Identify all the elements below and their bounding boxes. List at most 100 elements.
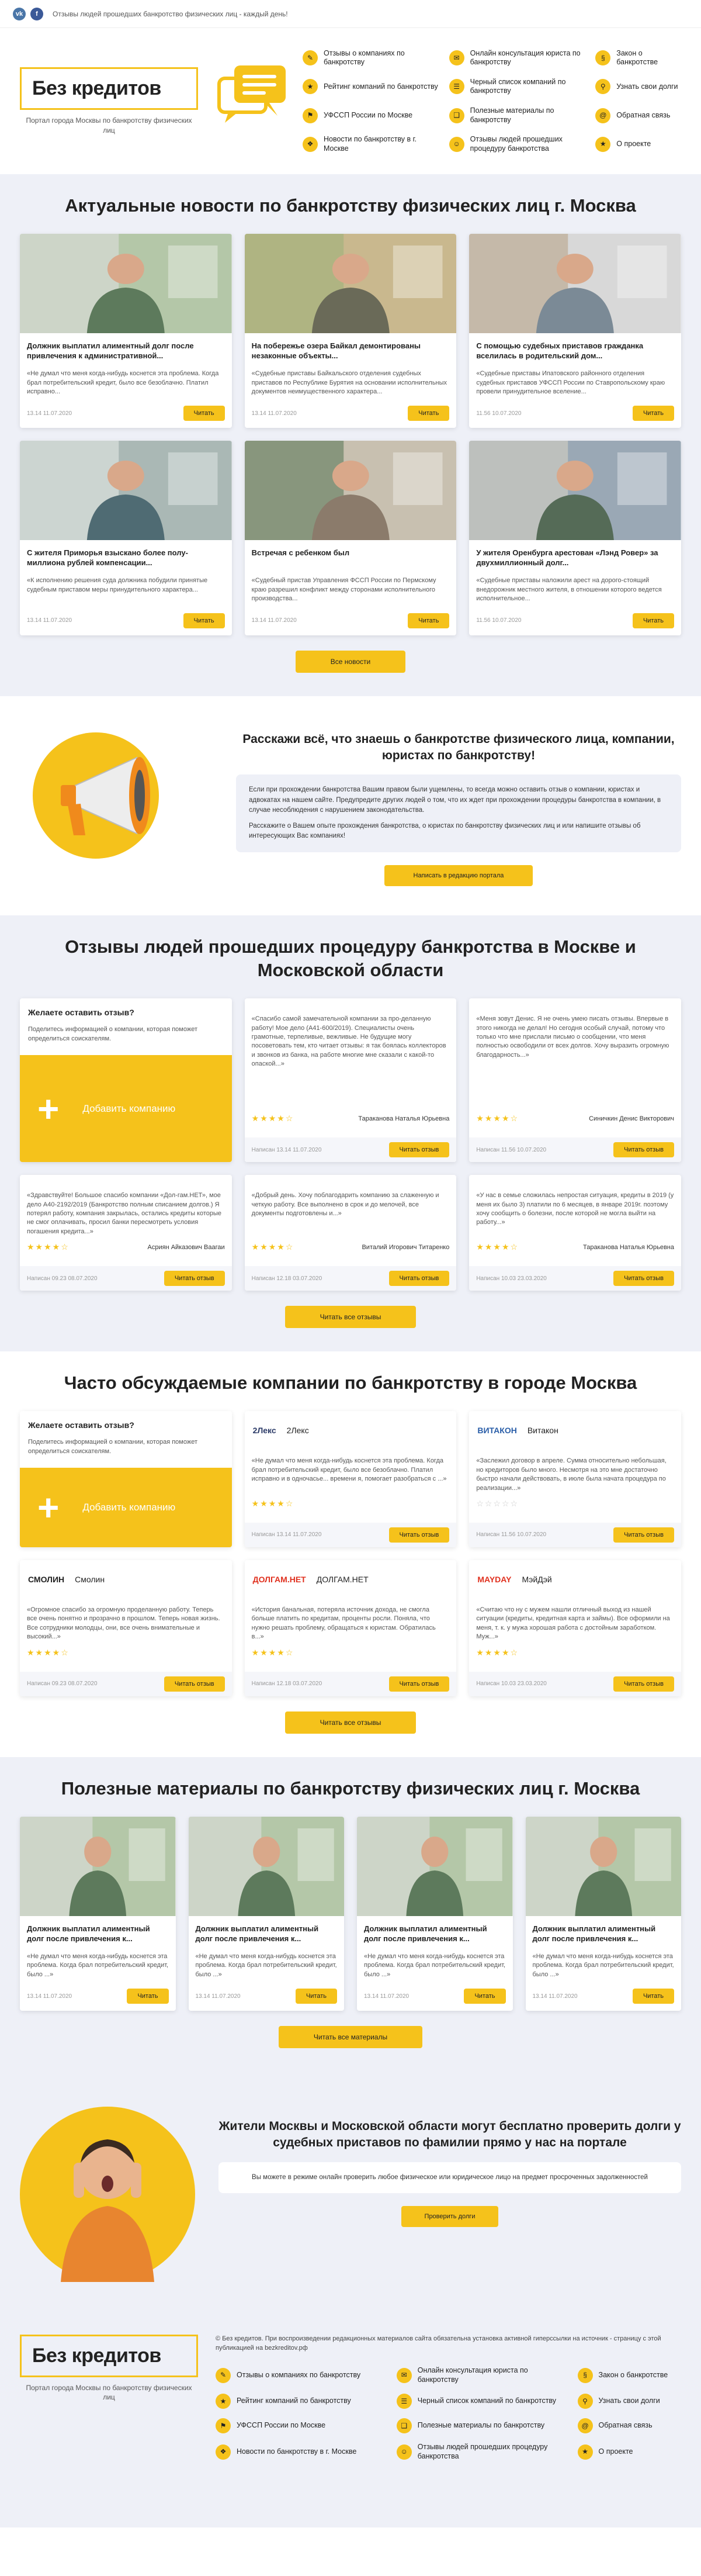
read-button[interactable]: Читать <box>127 1989 169 2004</box>
footer-nav-item-9[interactable]: ❖ Новости по банкротству в г. Москве <box>216 2443 388 2461</box>
footer-nav-item-11[interactable]: ★ О проекте <box>577 2443 681 2461</box>
nav-item-6[interactable]: ⚑ УФССП России по Москве <box>303 106 441 125</box>
review-ask-sub: Поделитесь информацией о компании, котор… <box>28 1026 197 1042</box>
company-logo[interactable]: ДОЛГАМ.НЕТ <box>253 1575 306 1584</box>
card-title[interactable]: На побережье озера Байкал демонтированы … <box>252 341 450 361</box>
material-image[interactable] <box>357 1816 513 1916</box>
read-review-button[interactable]: Читать отзыв <box>613 1527 674 1543</box>
flag-icon: ⚑ <box>216 2418 231 2434</box>
company-logo[interactable]: 2Лекс <box>253 1426 276 1435</box>
nav-item-1[interactable]: ✉ Онлайн консультация юриста по банкротст… <box>449 49 588 67</box>
add-company-button-2[interactable]: + Добавить компанию <box>20 1468 232 1547</box>
footer-nav-item-8[interactable]: @ Обратная связь <box>577 2418 681 2434</box>
card-title[interactable]: Должник выплатил алиментный долг после п… <box>196 1924 338 1944</box>
materials-title: Полезные материалы по банкротству физиче… <box>61 1778 640 1799</box>
nav-item-8[interactable]: @ Обратная связь <box>595 106 681 125</box>
logo[interactable]: Без кредитов <box>20 67 198 110</box>
footer-nav-item-5[interactable]: ⚲ Узнать свои долги <box>577 2394 681 2409</box>
read-button[interactable]: Читать <box>632 406 674 421</box>
read-review-button[interactable]: Читать отзыв <box>388 1271 450 1287</box>
nav-item-11[interactable]: ★ О проекте <box>595 135 681 153</box>
all-materials-button[interactable]: Читать все материалы <box>278 2026 423 2049</box>
footer-nav-item-3[interactable]: ★ Рейтинг компаний по банкротству <box>216 2394 388 2409</box>
card-text: «Не думал что меня когда-нибудь коснется… <box>195 1952 337 1978</box>
material-card: Должник выплатил алиментный долг после п… <box>20 1816 176 2011</box>
read-review-button[interactable]: Читать отзыв <box>613 1676 674 1692</box>
company-name[interactable]: Смолин <box>75 1575 105 1584</box>
company-logo[interactable]: СМОЛИН <box>28 1575 64 1584</box>
logo-block[interactable]: Без кредитов Портал города Москвы по бан… <box>20 67 198 134</box>
check-debts-button[interactable]: Проверить долги <box>401 2205 499 2227</box>
footer-logo-block[interactable]: Без кредитов Портал города Москвы по бан… <box>20 2335 198 2402</box>
footer-nav-item-1[interactable]: ✉ Онлайн консультация юриста по банкротст… <box>396 2366 570 2384</box>
review-footer: Написан 09.23 08.07.2020 Читать отзыв <box>20 1266 232 1291</box>
company-name[interactable]: Витакон <box>528 1426 558 1435</box>
read-review-button[interactable]: Читать отзыв <box>388 1527 450 1543</box>
read-review-button[interactable]: Читать отзыв <box>388 1142 450 1158</box>
card-title[interactable]: С помощью судебных приставов гражданка в… <box>476 341 674 361</box>
footer-nav-item-0[interactable]: ✎ Отзывы о компаниях по банкротству <box>216 2366 388 2384</box>
read-review-button[interactable]: Читать отзыв <box>613 1271 674 1287</box>
reviews-title: Отзывы людей прошедших процедуру банкрот… <box>65 936 636 980</box>
footer-nav-item-4[interactable]: ☰ Черный список компаний по банкротству <box>396 2394 570 2409</box>
material-image[interactable] <box>525 1816 681 1916</box>
news-image[interactable] <box>469 441 681 541</box>
review-text: «Спасибо самой замечательной компании за… <box>251 1015 446 1068</box>
company-name[interactable]: 2Лекс <box>287 1426 309 1435</box>
all-reviews-button[interactable]: Читать все отзывы <box>284 1306 417 1329</box>
read-review-button[interactable]: Читать отзыв <box>164 1676 225 1692</box>
footer-nav-item-7[interactable]: ❑ Полезные материалы по банкротству <box>396 2418 570 2434</box>
company-logo[interactable]: MAYDAY <box>477 1575 511 1584</box>
read-button[interactable]: Читать <box>632 1989 674 2004</box>
card-title[interactable]: Встречая с ребенком был <box>252 548 450 568</box>
nav-item-4[interactable]: ☰ Черный список компаний по банкротству <box>449 78 588 96</box>
nav-item-3[interactable]: ★ Рейтинг компаний по банкротству <box>303 78 441 96</box>
read-button[interactable]: Читать <box>464 1989 506 2004</box>
nav-item-7[interactable]: ❑ Полезные материалы по банкротству <box>449 106 588 125</box>
nav-item-10[interactable]: ☺ Отзывы людей прошедших процедуру банкро… <box>449 135 588 153</box>
read-button[interactable]: Читать <box>183 406 225 421</box>
footer-nav-item-6[interactable]: ⚑ УФССП России по Москве <box>216 2418 388 2434</box>
read-button[interactable]: Читать <box>632 613 674 628</box>
write-editor-button[interactable]: Написать в редакцию портала <box>384 865 533 886</box>
read-button[interactable]: Читать <box>295 1989 337 2004</box>
material-image[interactable] <box>188 1816 344 1916</box>
company-logo[interactable]: ВИТАКОН <box>477 1426 517 1435</box>
facebook-icon[interactable]: f <box>30 7 43 20</box>
material-image[interactable] <box>20 1816 176 1916</box>
card-title[interactable]: Должник выплатил алиментный долг после п… <box>27 1924 169 1944</box>
news-image[interactable] <box>469 234 681 334</box>
review-date: Написан 12.18 03.07.2020 <box>252 1275 322 1282</box>
review-meta: ★★★★☆ Асриян Айказович Ваагаи <box>27 1242 225 1252</box>
read-review-button[interactable]: Читать отзыв <box>164 1271 225 1287</box>
card-title[interactable]: Должник выплатил алиментный долг после п… <box>533 1924 675 1944</box>
read-button[interactable]: Читать <box>408 613 450 628</box>
vk-icon[interactable]: vk <box>13 7 26 20</box>
all-news-button[interactable]: Все новости <box>295 650 406 673</box>
add-company-button[interactable]: + Добавить компанию <box>20 1054 232 1163</box>
card-title[interactable]: У жителя Оренбурга арестован «Лэнд Ровер… <box>476 548 674 568</box>
company-name[interactable]: МэйДэй <box>522 1575 551 1584</box>
footer-nav-item-2[interactable]: § Закон о банкротстве <box>577 2366 681 2384</box>
read-review-button[interactable]: Читать отзыв <box>613 1142 674 1158</box>
read-button[interactable]: Читать <box>183 613 225 628</box>
all-companies-button[interactable]: Читать все отзывы <box>284 1711 417 1734</box>
news-image[interactable] <box>20 234 232 334</box>
read-button[interactable]: Читать <box>408 406 450 421</box>
nav-item-2[interactable]: § Закон о банкротстве <box>595 49 681 67</box>
nav-item-9[interactable]: ❖ Новости по банкротству в г. Москве <box>303 135 441 153</box>
chat-icon: ✉ <box>396 2367 412 2383</box>
footer-nav-item-10[interactable]: ☺ Отзывы людей прошедших процедуру банкро… <box>396 2443 570 2461</box>
news-image[interactable] <box>244 441 457 541</box>
flag-icon: ⚑ <box>303 108 318 123</box>
nav-item-0[interactable]: ✎ Отзывы о компаниях по банкротству <box>303 49 441 67</box>
footer-logo[interactable]: Без кредитов <box>20 2335 198 2378</box>
news-image[interactable] <box>244 234 457 334</box>
card-title[interactable]: Должник выплатил алиментный долг после п… <box>364 1924 506 1944</box>
news-image[interactable] <box>20 441 232 541</box>
card-title[interactable]: С жителя Приморья взыскано более полу-ми… <box>27 548 225 568</box>
company-name[interactable]: ДОЛГАМ.НЕТ <box>317 1575 369 1584</box>
read-review-button[interactable]: Читать отзыв <box>388 1676 450 1692</box>
card-title[interactable]: Должник выплатил алиментный долг после п… <box>27 341 225 361</box>
nav-item-5[interactable]: ⚲ Узнать свои долги <box>595 78 681 96</box>
